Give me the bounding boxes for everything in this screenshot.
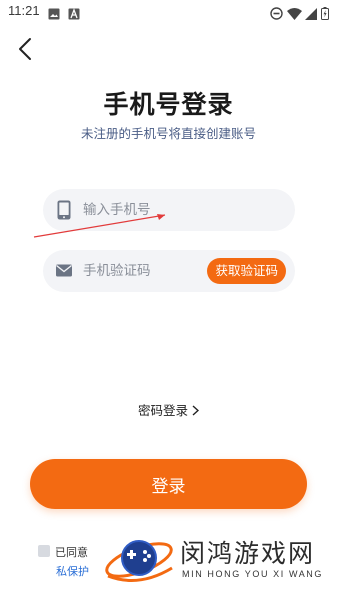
phone-icon: [55, 200, 73, 220]
wifi-icon: [287, 5, 302, 24]
back-arrow-icon: [19, 38, 31, 60]
watermark-title: 闵鸿游戏网: [180, 539, 316, 568]
privacy-policy-link[interactable]: 私保护: [56, 563, 89, 579]
battery-icon: [321, 5, 329, 24]
password-login-label: 密码登录: [137, 403, 188, 418]
status-time: 11:21: [8, 3, 40, 18]
get-code-button[interactable]: 获取验证码: [207, 258, 286, 284]
page-title: 手机号登录: [103, 90, 234, 119]
mail-icon: [55, 263, 73, 283]
status-bar: 11:21: [0, 0, 337, 24]
page-subtitle: 未注册的手机号将直接创建账号: [80, 126, 256, 141]
login-screen: 11:21 手机号登录 未注册的手机号将直接创建账号 输入手机号 手机验证码 获…: [0, 0, 337, 600]
back-button[interactable]: [12, 34, 38, 64]
agreement-checkbox[interactable]: [38, 545, 50, 557]
dnd-icon: [270, 5, 283, 24]
phone-field: [43, 189, 295, 231]
gamepad-logo-icon: [105, 540, 173, 582]
signal-icon: [305, 5, 317, 24]
chevron-right-icon: [192, 404, 200, 419]
password-login-link[interactable]: 密码登录: [0, 400, 337, 419]
gallery-icon: [48, 5, 60, 24]
code-input[interactable]: [83, 250, 203, 292]
code-field: 获取验证码: [43, 250, 295, 292]
watermark-subtitle: MIN HONG YOU XI WANG: [182, 569, 324, 579]
watermark: 闵鸿游戏网 MIN HONG YOU XI WANG: [102, 530, 337, 590]
agreement-text: 已同意: [55, 546, 88, 559]
login-button[interactable]: 登录: [30, 459, 307, 509]
font-a-icon: [68, 5, 80, 24]
phone-input[interactable]: [83, 189, 233, 231]
